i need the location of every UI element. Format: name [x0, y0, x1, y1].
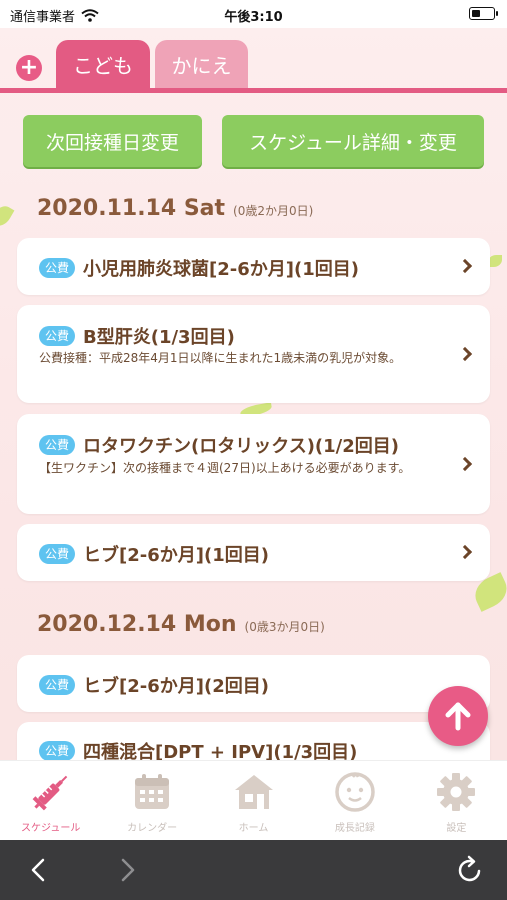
card-title-row: 公費 B型肝炎(1/3回目): [39, 323, 235, 349]
date-text: 2020.12.14 Mon: [37, 612, 237, 637]
chevron-left-icon[interactable]: [28, 857, 48, 883]
public-expense-badge: 公費: [39, 741, 76, 760]
chevron-right-icon: [457, 544, 473, 560]
vaccine-card[interactable]: 公費 ロタワクチン(ロタリックス)(1/2回目) 【生ワクチン】次の接種まで４週…: [17, 414, 490, 514]
nav-label: カレンダー: [127, 823, 178, 834]
gear-icon: [437, 773, 476, 811]
nav-label: 設定: [446, 823, 467, 834]
nav-schedule[interactable]: スケジュール: [0, 761, 101, 840]
age-text: (0歳2か月0日): [233, 204, 314, 218]
date-heading: 2020.11.14 Sat (0歳2か月0日): [37, 196, 313, 221]
tab-kodomo[interactable]: こども: [56, 40, 150, 88]
syringe-icon: [32, 775, 67, 811]
card-title-row: 公費 四種混合[DPT + IPV](1/3回目): [39, 738, 357, 760]
vaccine-card[interactable]: 公費 ヒブ[2-6か月](1回目): [17, 524, 490, 581]
nav-label: 成長記録: [334, 823, 375, 834]
vaccine-title: ヒブ[2-6か月](1回目): [83, 545, 269, 566]
nav-label: ホーム: [238, 823, 269, 834]
bottom-nav: スケジュール カレンダー ホーム 成長記録 設定: [0, 760, 507, 840]
vaccine-card[interactable]: 公費 四種混合[DPT + IPV](1/3回目): [17, 722, 490, 760]
public-expense-badge: 公費: [39, 544, 76, 564]
battery-level: [472, 10, 480, 17]
vaccine-title: 四種混合[DPT + IPV](1/3回目): [83, 742, 358, 760]
nav-growth[interactable]: 成長記録: [304, 761, 405, 840]
tab-underline: [0, 88, 507, 93]
vaccine-card[interactable]: 公費 小児用肺炎球菌[2-6か月](1回目): [17, 238, 490, 295]
public-expense-badge: 公費: [39, 326, 76, 346]
card-title-row: 公費 ロタワクチン(ロタリックス)(1/2回目): [39, 432, 399, 458]
vaccine-title: B型肝炎(1/3回目): [83, 327, 235, 348]
card-title-row: 公費 ヒブ[2-6か月](2回目): [39, 672, 269, 698]
date-heading: 2020.12.14 Mon (0歳3か月0日): [37, 612, 325, 637]
vaccine-note: 【生ワクチン】次の接種まで４週(27日)以上あける必要があります。: [39, 461, 411, 475]
vaccine-card[interactable]: 公費 B型肝炎(1/3回目) 公費接種：平成28年4月1日以降に生まれた1歳未満…: [17, 305, 490, 403]
vaccine-title: 小児用肺炎球菌[2-6か月](1回目): [83, 259, 359, 280]
child-tabs: + こども かにえ: [0, 28, 507, 94]
card-title-row: 公費 ヒブ[2-6か月](1回目): [39, 541, 269, 567]
age-text: (0歳3か月0日): [244, 620, 325, 634]
vaccine-title: ロタワクチン(ロタリックス)(1/2回目): [83, 436, 400, 457]
chevron-right-icon: [457, 456, 473, 472]
vaccine-card[interactable]: 公費 ヒブ[2-6か月](2回目): [17, 655, 490, 712]
home-icon: [234, 775, 273, 809]
status-bar: 通信事業者 午後3:10: [0, 0, 507, 28]
card-title-row: 公費 小児用肺炎球菌[2-6か月](1回目): [39, 255, 359, 281]
calendar-icon: [135, 774, 170, 809]
reload-icon[interactable]: [455, 855, 485, 885]
public-expense-badge: 公費: [39, 435, 76, 455]
arrow-up-icon: [445, 702, 471, 731]
schedule-detail-button[interactable]: スケジュール詳細・変更: [222, 115, 484, 167]
nav-home[interactable]: ホーム: [203, 761, 304, 840]
tab-kanie[interactable]: かにえ: [155, 40, 248, 88]
browser-toolbar: [0, 840, 507, 900]
vaccine-note: 公費接種：平成28年4月1日以降に生まれた1歳未満の乳児が対象。: [39, 351, 402, 365]
nav-label: スケジュール: [21, 823, 81, 834]
plus-icon[interactable]: +: [16, 55, 42, 81]
public-expense-badge: 公費: [39, 258, 76, 278]
public-expense-badge: 公費: [39, 675, 76, 695]
next-date-change-button[interactable]: 次回接種日変更: [23, 115, 202, 167]
status-time: 午後3:10: [224, 10, 283, 25]
vaccine-title: ヒブ[2-6か月](2回目): [83, 676, 269, 697]
chevron-right-icon: [457, 346, 473, 362]
date-text: 2020.11.14 Sat: [37, 196, 226, 221]
chevron-right-icon: [457, 258, 473, 274]
nav-settings[interactable]: 設定: [406, 761, 507, 840]
baby-face-icon: [335, 772, 375, 812]
chevron-right-icon[interactable]: [118, 857, 138, 883]
scroll-top-button[interactable]: [428, 686, 488, 746]
battery-icon: [469, 7, 498, 20]
nav-calendar[interactable]: カレンダー: [101, 761, 202, 840]
